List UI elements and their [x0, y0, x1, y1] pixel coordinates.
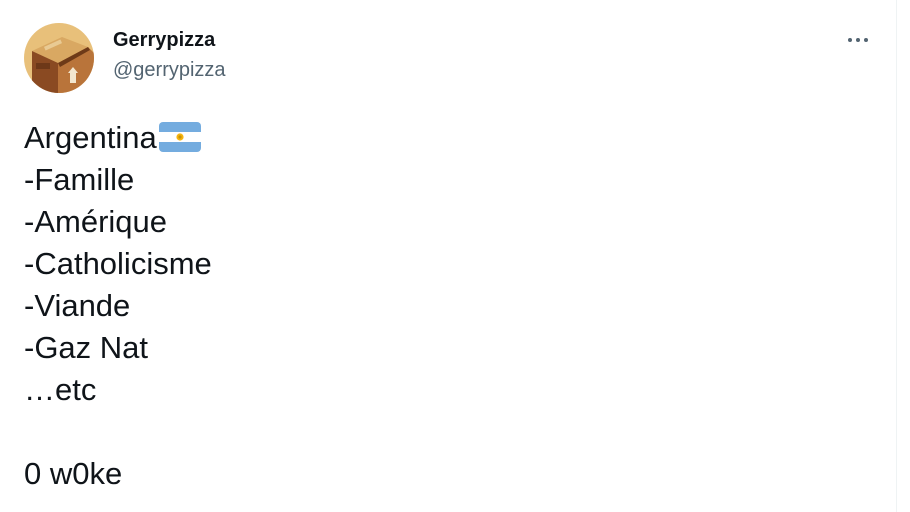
more-options-icon	[846, 38, 870, 42]
author-display-name[interactable]: Gerrypizza	[113, 28, 226, 52]
tweet-text-line: -Gaz Nat	[24, 330, 149, 365]
tweet-text-line: -Viande	[24, 288, 131, 323]
tweet-text-line: …etc	[24, 372, 97, 407]
argentina-flag-icon	[158, 121, 201, 152]
tweet-text-line: Argentina	[24, 117, 864, 159]
author-avatar[interactable]	[24, 23, 94, 93]
author-handle[interactable]: @gerrypizza	[113, 58, 226, 82]
tweet-text-line: -Amérique	[24, 204, 167, 239]
tweet-text-line: -Catholicisme	[24, 246, 212, 281]
author-info: Gerrypizza @gerrypizza	[113, 28, 226, 82]
more-options-button[interactable]	[838, 25, 878, 55]
tweet-text-line: -Famille	[24, 162, 135, 197]
tweet-card: Gerrypizza @gerrypizza Argentina -Famill…	[0, 0, 897, 512]
tweet-text-line: 0 w0ke	[24, 456, 123, 491]
tweet-text: Argentina -Famille -Amérique -Catholicis…	[24, 117, 864, 495]
cardboard-box-avatar-icon	[24, 23, 94, 93]
